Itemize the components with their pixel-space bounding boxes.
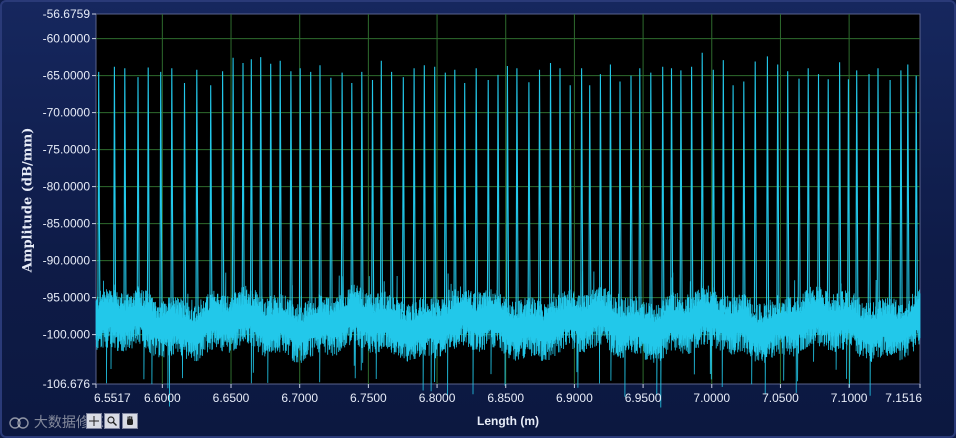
hand-icon[interactable] (122, 413, 138, 429)
y-tick-label: -106.676 (43, 377, 91, 391)
x-tick-label: 6.7000 (281, 391, 318, 405)
watermark-logo-icon (9, 417, 29, 429)
x-tick-label: 6.5517 (94, 391, 131, 405)
x-tick-label: 7.0000 (693, 391, 730, 405)
x-tick-label: 6.8000 (419, 391, 456, 405)
y-axis-title: Amplitude (dB/mm) (20, 127, 36, 273)
x-tick-label: 6.9000 (556, 391, 593, 405)
y-tick-label: -85.0000 (43, 217, 91, 231)
y-tick-label: -65.0000 (43, 69, 91, 83)
y-tick-label: -100.000 (43, 328, 91, 342)
amplitude-chart: -56.6759 -60.0000 -65.0000 -70.0000 -75.0000… (43, 7, 922, 408)
x-tick-label: 6.9500 (625, 391, 662, 405)
magnifier-icon[interactable] (104, 413, 120, 429)
y-tick-label: -90.0000 (43, 254, 91, 268)
y-tick-label: -60.0000 (43, 32, 91, 46)
x-tick-label: 6.6000 (144, 391, 181, 405)
x-tick-labels: 6.5517 6.6000 6.6500 6.7000 6.7500 6.8000 6.85… (94, 384, 922, 405)
x-axis-title: Length (m) (477, 414, 539, 428)
y-tick-label: -80.0000 (43, 180, 91, 194)
x-tick-label: 7.1000 (831, 391, 868, 405)
x-tick-label: 7.0500 (762, 391, 799, 405)
x-tick-label: 6.8500 (487, 391, 524, 405)
y-tick-label: -56.6759 (43, 7, 91, 21)
graph-palette (86, 413, 138, 429)
y-tick-label: -95.0000 (43, 291, 91, 305)
y-tick-label: -75.0000 (43, 143, 91, 157)
y-tick-labels: -56.6759 -60.0000 -65.0000 -70.0000 -75.0000… (43, 7, 96, 391)
y-tick-label: -70.0000 (43, 106, 91, 120)
x-tick-label: 7.1516 (885, 391, 922, 405)
x-tick-label: 6.7500 (350, 391, 387, 405)
crosshair-icon[interactable] (86, 413, 102, 429)
x-tick-label: 6.6500 (213, 391, 250, 405)
